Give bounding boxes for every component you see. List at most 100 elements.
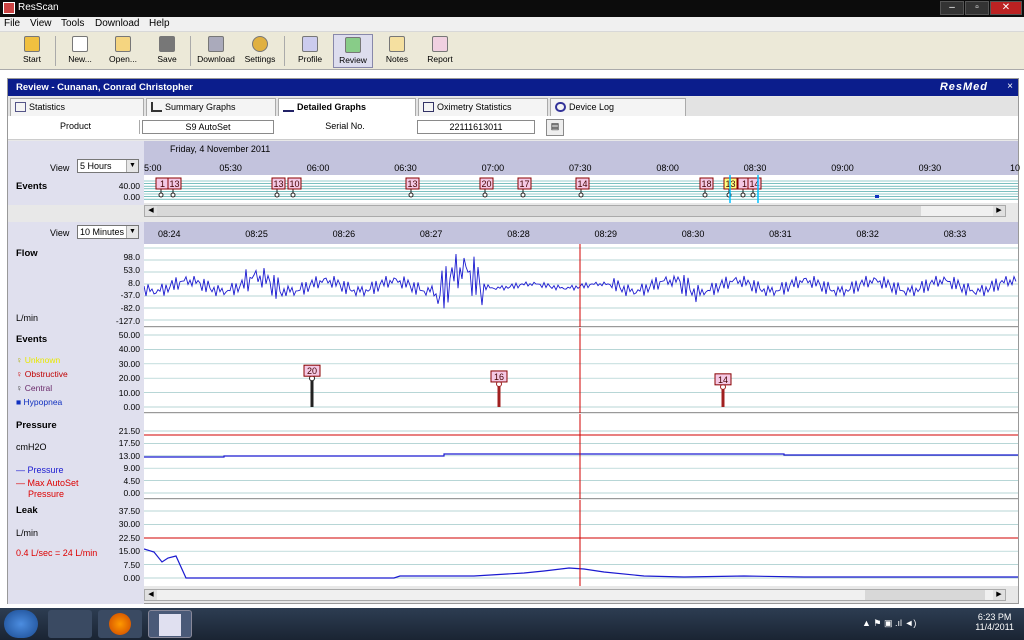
- detail-time-tick: 08:25: [245, 229, 268, 239]
- y-tick-label: 0.00: [123, 573, 140, 583]
- detail-time-tick: 08:31: [769, 229, 792, 239]
- detail-time-axis: 08:24 08:25 08:26 08:27 08:28 08:29 08:30 08:31…: [144, 222, 1018, 244]
- overview-time-tick: 07:30: [569, 163, 592, 173]
- leak-unit: L/min: [16, 528, 39, 538]
- open-button[interactable]: Open...: [103, 34, 143, 68]
- bar-chart-icon: [151, 102, 162, 112]
- start-button[interactable]: Start: [12, 34, 52, 68]
- y-tick-label: 21.50: [118, 426, 140, 436]
- tab-statistics-label: Statistics: [29, 102, 66, 112]
- menu-download[interactable]: Download: [95, 18, 139, 29]
- tab-statistics[interactable]: Statistics: [10, 98, 144, 116]
- report-button[interactable]: Report: [420, 34, 460, 68]
- review-title: Review - Cunanan, Conrad Christopher: [16, 82, 193, 93]
- overview-event-dot: [274, 192, 280, 198]
- pressure-plot[interactable]: [144, 414, 1018, 499]
- tab-detailed-graphs[interactable]: Detailed Graphs: [278, 98, 416, 117]
- overview-time-tick: 08:00: [656, 163, 679, 173]
- scroll-left-icon[interactable]: ◀: [145, 206, 157, 216]
- settings-icon: [252, 36, 268, 52]
- save-button[interactable]: Save: [147, 34, 187, 68]
- scroll-right-icon[interactable]: ▶: [993, 206, 1005, 216]
- detail-time-tick: 08:30: [681, 229, 705, 239]
- tray-icons[interactable]: ▲ ⚑ ▣ .ıl ◄): [862, 618, 916, 629]
- overview-events-title: Events: [16, 181, 48, 192]
- scroll-thumb[interactable]: [865, 590, 985, 600]
- review-close-button[interactable]: ×: [1007, 81, 1013, 92]
- scroll-right-icon[interactable]: ▶: [993, 590, 1005, 600]
- start-icon: [24, 36, 40, 52]
- overview-event-dot: [578, 192, 584, 198]
- overview-event-dot: [170, 192, 176, 198]
- y-tick-label: 4.50: [123, 475, 140, 486]
- y-tick-label: 53.0: [123, 264, 140, 275]
- event-badge-label: 20: [307, 366, 317, 376]
- review-button[interactable]: Review: [333, 34, 373, 68]
- overview-hypopnea-mark: [875, 195, 879, 198]
- y-tick-label: -82.0: [120, 303, 140, 314]
- detail-scrollbar[interactable]: ◀ ▶: [144, 589, 1006, 601]
- system-clock[interactable]: 6:23 PM 11/4/2011: [975, 612, 1014, 632]
- download-button[interactable]: Download: [196, 34, 236, 68]
- scroll-left-icon[interactable]: ◀: [145, 590, 157, 600]
- overview-view-label: View: [50, 163, 70, 173]
- save-icon: [159, 36, 175, 52]
- close-button[interactable]: ✕: [990, 1, 1022, 15]
- profile-button[interactable]: Profile: [290, 34, 330, 68]
- overview-view-value: 5 Hours: [80, 161, 112, 171]
- start-orb-icon[interactable]: [4, 610, 38, 638]
- y-tick-label: 0.00: [123, 402, 140, 412]
- overview-view-select[interactable]: 5 Hours ▼: [77, 159, 139, 173]
- firefox-task-icon[interactable]: [98, 610, 142, 638]
- tab-summary-graphs[interactable]: Summary Graphs: [146, 98, 276, 116]
- tab-oximetry-statistics[interactable]: Oximetry Statistics: [418, 98, 548, 116]
- calculator-task-icon[interactable]: [48, 610, 92, 638]
- menu-tools[interactable]: Tools: [61, 18, 84, 29]
- flow-plot[interactable]: [143, 244, 1018, 327]
- overview-scrollbar[interactable]: ◀ ▶: [144, 205, 1006, 217]
- start-label: Start: [23, 54, 41, 64]
- save-label: Save: [157, 54, 177, 64]
- tab-bar: Statistics Summary Graphs Detailed Graph…: [8, 97, 1018, 117]
- tab-device-log[interactable]: Device Log: [550, 98, 686, 116]
- notes-button[interactable]: Notes: [377, 34, 417, 68]
- leak-plot[interactable]: [143, 500, 1018, 586]
- y-tick-label: 40.00: [118, 344, 140, 355]
- overview-y-bottom: 0.00: [123, 192, 140, 202]
- leak-chart: [143, 500, 1018, 586]
- chevron-down-icon: ▼: [126, 160, 138, 172]
- overview-events-plot[interactable]: 1131310132017141813114: [144, 175, 1018, 203]
- resscan-task-icon[interactable]: [148, 610, 192, 638]
- minimize-button[interactable]: –: [940, 1, 964, 15]
- pressure-title: Pressure: [16, 420, 57, 431]
- profile-icon: [302, 36, 318, 52]
- app-icon: [3, 2, 15, 14]
- menu-help[interactable]: Help: [149, 18, 170, 29]
- legend-central-label: Central: [24, 383, 53, 393]
- detail-time-tick: 08:24: [158, 229, 181, 239]
- y-tick-label: 0.00: [123, 488, 140, 498]
- product-row: Product S9 AutoSet Serial No. 2211161301…: [8, 116, 1018, 140]
- line-graph-icon: [283, 102, 294, 112]
- detail-view-value: 10 Minutes: [80, 227, 125, 237]
- detail-time-tick: 08:33: [943, 229, 967, 239]
- new-button[interactable]: New...: [60, 34, 100, 68]
- y-tick-label: 13.00: [118, 450, 140, 461]
- legend-hypopnea: ■ Hypopnea: [16, 397, 62, 407]
- chart-options-button[interactable]: ▤: [546, 119, 564, 136]
- serial-label: Serial No.: [325, 121, 365, 131]
- scroll-thumb[interactable]: [157, 206, 921, 216]
- settings-button[interactable]: Settings: [240, 34, 280, 68]
- events-plot[interactable]: 20 16 14: [144, 328, 1018, 413]
- report-label: Report: [427, 54, 453, 64]
- menu-file[interactable]: File: [4, 18, 20, 29]
- overview-event-dot: [482, 192, 488, 198]
- overview-event-badge-label: 1: [742, 179, 747, 189]
- overview-event-badge-label: 18: [701, 179, 711, 189]
- detail-view-select[interactable]: 10 Minutes ▼: [77, 225, 139, 239]
- menu-view[interactable]: View: [30, 18, 52, 29]
- overview-time-tick: 09:00: [831, 163, 854, 173]
- maximize-button[interactable]: ▫: [965, 1, 989, 15]
- overview-event-dot: [158, 192, 164, 198]
- download-icon: [208, 36, 224, 52]
